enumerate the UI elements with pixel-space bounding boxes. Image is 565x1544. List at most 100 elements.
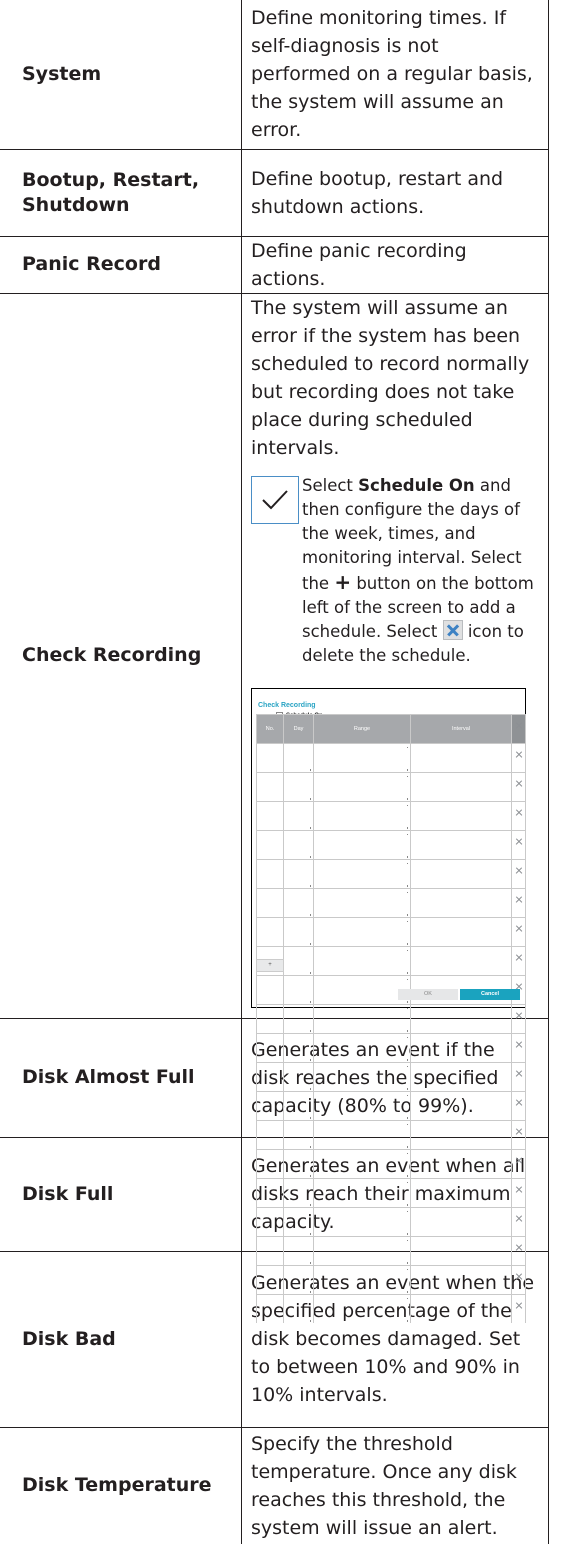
cell-delete[interactable] [511,1119,526,1150]
cell-no [256,1032,284,1063]
dropdown-dot [406,1123,408,1125]
cell-range [313,887,411,918]
dropdown-dot [406,1268,408,1270]
table-row: Disk Temperature Specify the threshold t… [0,1426,549,1544]
dropdown-dot [309,1262,311,1264]
ok-button[interactable]: OK [398,988,458,1000]
cell-day [283,771,314,802]
close-icon[interactable] [515,1302,523,1310]
dropdown-dot [406,1320,408,1322]
dropdown-dot [309,885,311,887]
cell-interval [410,858,512,889]
close-icon[interactable] [515,867,523,875]
close-icon[interactable] [515,1186,523,1194]
grid-row [256,1148,526,1179]
grid-row [256,1264,526,1295]
close-icon[interactable] [515,780,523,788]
dropdown-dot [406,1262,408,1264]
close-icon[interactable] [515,1099,523,1107]
cell-interval [410,1061,512,1092]
cell-delete[interactable] [511,916,526,947]
close-icon [515,722,523,730]
dropdown-dot [406,972,408,974]
cell-range [313,1177,411,1208]
cell-delete[interactable] [511,771,526,802]
close-icon[interactable] [515,1273,523,1281]
dropdown-dot [406,949,408,951]
row-description: Define panic recording actions. [241,235,549,294]
dropdown-dot [309,972,311,974]
cell-day [283,1003,314,1034]
grid-row [256,858,526,889]
cell-delete[interactable] [511,858,526,889]
cell-delete[interactable] [511,1206,526,1237]
close-icon[interactable] [515,1215,523,1223]
cell-interval [410,1177,512,1208]
dropdown-dot [406,827,408,829]
dropdown-dot [406,885,408,887]
cell-delete[interactable] [511,887,526,918]
add-schedule-button[interactable]: + [256,958,284,972]
cell-range [313,829,411,860]
cell-day [283,1061,314,1092]
grid-row [256,743,526,773]
close-icon[interactable] [515,1244,523,1252]
cell-delete[interactable] [511,945,526,976]
close-icon[interactable] [515,1128,523,1136]
cell-delete[interactable] [511,1090,526,1121]
cell-interval [410,945,512,976]
dropdown-dot [406,1210,408,1212]
note-bold: Schedule On [358,475,475,495]
cell-interval [410,1003,512,1034]
cell-no [256,1119,284,1150]
row-description: Specify the threshold temperature. Once … [241,1426,549,1544]
cell-delete[interactable] [511,1032,526,1063]
cell-no [256,1264,284,1295]
close-icon[interactable] [515,1041,523,1049]
cell-delete[interactable] [511,1148,526,1179]
cell-day [283,1206,314,1237]
row-label: Check Recording [0,292,242,1019]
cell-delete[interactable] [511,1235,526,1266]
close-icon[interactable] [515,1012,523,1020]
dropdown-dot [309,798,311,800]
close-icon[interactable] [515,751,523,759]
dropdown-dot [309,1175,311,1177]
close-icon[interactable] [515,809,523,817]
dropdown-dot [406,862,408,864]
cell-delete[interactable] [511,1293,526,1323]
cell-delete[interactable] [511,1177,526,1208]
close-icon[interactable] [515,1070,523,1078]
row-description: Define monitoring times. If self-diagnos… [241,0,549,150]
dropdown-dot [309,943,311,945]
cell-no [256,1148,284,1179]
close-icon[interactable] [515,896,523,904]
cancel-button[interactable]: Cancel [460,988,520,1000]
cell-day [283,1090,314,1121]
dropdown-dot [406,1233,408,1235]
dropdown-dot [406,1204,408,1206]
cell-delete[interactable] [511,800,526,831]
dropdown-dot [309,827,311,829]
close-icon[interactable] [515,1157,523,1165]
cell-range [313,1235,411,1266]
cell-delete[interactable] [511,1003,526,1034]
close-icon [442,619,463,640]
cell-delete[interactable] [511,829,526,860]
cell-range [313,800,411,831]
close-icon[interactable] [515,954,523,962]
dropdown-dot [406,1088,408,1090]
close-icon[interactable] [515,838,523,846]
cell-no [256,1206,284,1237]
cell-delete[interactable] [511,1264,526,1295]
cell-delete[interactable] [511,743,526,773]
close-icon[interactable] [515,925,523,933]
check-recording-text: The system will assume an error if the s… [251,296,530,459]
grid-row [256,771,526,802]
cell-day [283,800,314,831]
cell-interval [410,800,512,831]
dropdown-dot [309,1117,311,1119]
cell-day [283,1264,314,1295]
cell-delete[interactable] [511,1061,526,1092]
cell-no [256,743,284,773]
